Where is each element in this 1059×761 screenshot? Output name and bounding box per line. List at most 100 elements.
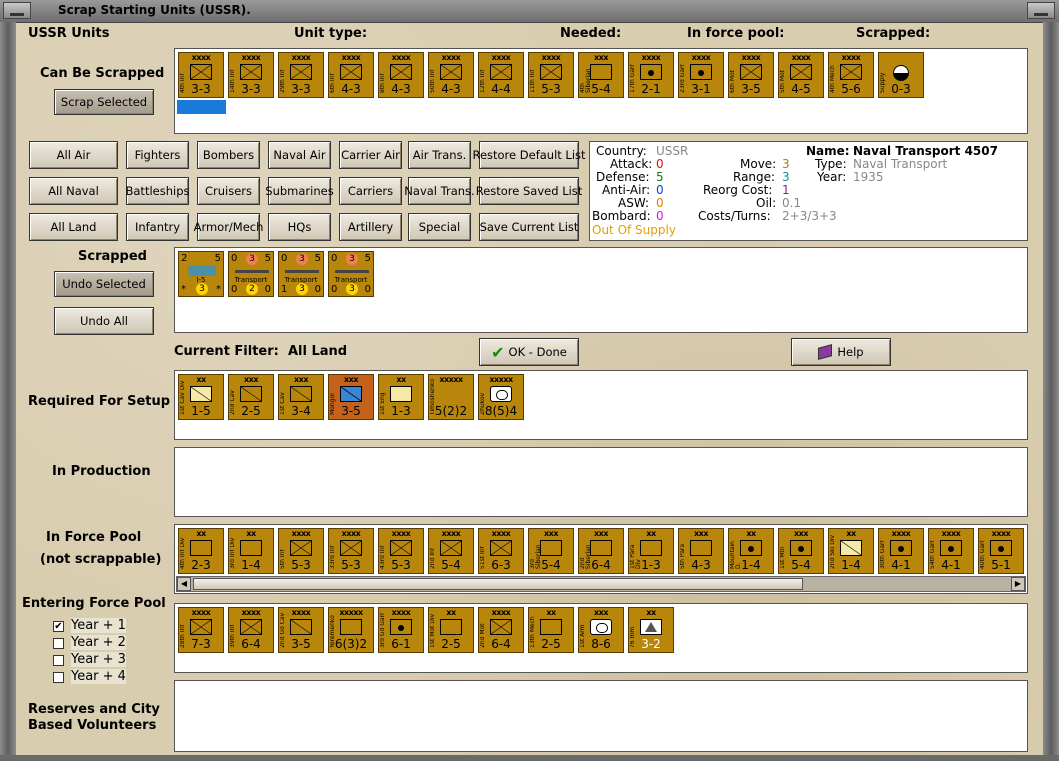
filter-button-restore-saved-list[interactable]: Restore Saved List [476, 177, 582, 205]
filter-button-fighters[interactable]: Fighters [126, 141, 189, 169]
unit-counter[interactable]: xx 1st Eng 1-3 [378, 374, 424, 420]
year-checkbox-2[interactable] [53, 638, 64, 649]
in-production-list[interactable] [174, 447, 1028, 517]
filter-button-all-naval[interactable]: All Naval [29, 177, 118, 205]
unit-counter[interactable]: xxxx 11th Inf 5-3 [528, 52, 574, 98]
unit-counter[interactable]: Supply 0-3 [878, 52, 924, 98]
unit-symbol-icon [340, 619, 362, 635]
unit-counter[interactable]: xxxx 8th Inf 4-3 [378, 52, 424, 98]
scroll-left-arrow-icon[interactable]: ◀ [177, 577, 191, 591]
unit-symbol-icon [640, 619, 662, 635]
filter-button-infantry[interactable]: Infantry [126, 213, 189, 241]
filter-button-carriers[interactable]: Carriers [339, 177, 402, 205]
filter-button-naval-trans[interactable]: Naval Trans. [404, 177, 475, 205]
filter-button-all-land[interactable]: All Land [29, 213, 118, 241]
unit-counter[interactable]: xxxx 6th Inf 4-3 [328, 52, 374, 98]
unit-counter[interactable]: xxx 1st Mtn 5-4 [778, 528, 824, 574]
unit-counter[interactable]: xxx 1st Arm 8-6 [578, 607, 624, 653]
filter-button-restore-default-list[interactable]: Restore Default List [472, 141, 586, 169]
year-checkbox-3[interactable] [53, 655, 64, 666]
unit-counter[interactable]: xx 1st Mot Div 2-5 [428, 607, 474, 653]
entering-force-pool-list[interactable]: xxxx 28th Inf 7-3 xxxx 39th Inf 6-4 xxxx 2nd Gd… [174, 603, 1028, 673]
unit-counter[interactable]: xxxx 30th Garr 4-1 [878, 528, 924, 574]
unit-counter[interactable]: xxxx 29th Inf 3-3 [278, 52, 324, 98]
undo-all-button[interactable]: Undo All [54, 307, 154, 335]
unit-counter[interactable]: xxxx 43rd Inf 5-3 [378, 528, 424, 574]
filter-button-cruisers[interactable]: Cruisers [197, 177, 260, 205]
unit-counter[interactable]: xxxx 54th Garr 4-1 [928, 528, 974, 574]
unit-counter[interactable]: xxx 2nd Cav 2-5 [228, 374, 274, 420]
unit-counter[interactable]: xxxxx Timoshenko 5(2)2 [428, 374, 474, 420]
ok-done-button[interactable]: ✔ OK - Done [479, 338, 579, 366]
unit-counter[interactable]: xxxx 28th Inf 7-3 [178, 607, 224, 653]
filter-button-naval-air[interactable]: Naval Air [268, 141, 331, 169]
unit-counter[interactable]: xxxx 5th Mot 4-5 [778, 52, 824, 98]
unit-counter[interactable]: xxxx 14th Inf 3-3 [228, 52, 274, 98]
unit-counter[interactable]: xxxx 33rd Inf 5-3 [328, 528, 374, 574]
unit-counter[interactable]: xxxx 5th Inf 5-3 [278, 528, 324, 574]
unit-symbol-icon [290, 540, 312, 556]
unit-counter[interactable]: xxxx 17th Garr 2-1 [628, 52, 674, 98]
can-be-scrapped-list[interactable]: xxxx 4th Inf 3-3 xxxx 14th Inf 3-3 xxxx 29th In… [174, 48, 1028, 134]
unit-counter[interactable]: xxxxx Yeremenko 6(3)2 [328, 607, 374, 653]
year-checkbox-4[interactable] [53, 672, 64, 683]
filter-button-submarines[interactable]: Submarines [265, 177, 334, 205]
window-menu-button[interactable] [3, 2, 31, 19]
unit-counter[interactable]: xx Mountain D. 1-4 [728, 528, 774, 574]
scrapped-unit-counter[interactable]: 0 5 0 0 Transport 3 2 [228, 251, 274, 297]
unit-counter[interactable]: xx 4th Inf Div 2-3 [178, 528, 224, 574]
scrapped-unit-counter[interactable]: 0 5 0 0 Transport 3 3 [328, 251, 374, 297]
scrap-selected-button[interactable]: Scrap Selected [54, 89, 154, 115]
scroll-right-arrow-icon[interactable]: ▶ [1011, 577, 1025, 591]
scrollbar-thumb[interactable] [193, 578, 803, 590]
unit-counter[interactable]: xx 13th Mech 2-5 [528, 607, 574, 653]
filter-button-all-air[interactable]: All Air [29, 141, 118, 169]
unit-counter[interactable]: xxxx 4th Inf 3-3 [178, 52, 224, 98]
scrapped-unit-counter[interactable]: 2 5 * * I-5 3 [178, 251, 224, 297]
unit-counter[interactable]: xxx 1st Cav 3-4 [278, 374, 324, 420]
unit-counter[interactable]: xxxx 40th Garr 5-1 [978, 528, 1024, 574]
unit-counter[interactable]: xx 2nd Ski Div 1-4 [828, 528, 874, 574]
unit-counter[interactable]: xxxx 51st Inf 6-3 [478, 528, 524, 574]
unit-counter[interactable]: xxx Mongol 3-5 [328, 374, 374, 420]
unit-strength: 4-1 [891, 558, 911, 572]
help-button[interactable]: Help [791, 338, 891, 366]
scrapped-list[interactable]: 2 5 * * I-5 3 0 5 0 0 Transport 3 2 0 5 1 0 Transport 3 3 0 5… [174, 247, 1028, 333]
unit-counter[interactable]: xxxx 2nd Inf 5-4 [428, 528, 474, 574]
unit-counter[interactable]: xxx 5th Para 4-3 [678, 528, 724, 574]
unit-counter[interactable]: xx 1st Cav Div 1-5 [178, 374, 224, 420]
unit-counter[interactable]: xx 76 mm 3-2 [628, 607, 674, 653]
undo-selected-button[interactable]: Undo Selected [54, 271, 154, 297]
unit-counter[interactable]: xxx 4th Siberian 5-4 [578, 52, 624, 98]
filter-button-special[interactable]: Special [408, 213, 471, 241]
unit-counter[interactable]: xxxx 3rd Gd Garr 6-1 [378, 607, 424, 653]
unit-counter[interactable]: xxxx 2nd Gd Cav 3-5 [278, 607, 324, 653]
unit-counter[interactable]: xxxx 50th Inf 4-3 [428, 52, 474, 98]
filter-button-battleships[interactable]: Battleships [126, 177, 190, 205]
filter-button-hqs[interactable]: HQs [268, 213, 331, 241]
force-pool-scrollbar[interactable]: ◀ ▶ [176, 576, 1026, 592]
unit-counter[interactable]: xxxx 23rd Garr 3-1 [678, 52, 724, 98]
unit-counter[interactable]: xx 1st Para Div 1-3 [628, 528, 674, 574]
scrapped-unit-counter[interactable]: 0 5 1 0 Transport 3 3 [278, 251, 324, 297]
required-for-setup-list[interactable]: xx 1st Cav Div 1-5 xxx 2nd Cav 2-5 xxx 1st Cav 3… [174, 370, 1028, 440]
filter-button-carrier-air[interactable]: Carrier Air [339, 141, 402, 169]
filter-button-bombers[interactable]: Bombers [197, 141, 260, 169]
filter-button-air-trans[interactable]: Air Trans. [408, 141, 471, 169]
unit-counter[interactable]: xxxx 4th Mech 5-6 [828, 52, 874, 98]
unit-counter[interactable]: xxxx 6th Mot 3-5 [728, 52, 774, 98]
unit-counter[interactable]: xxxx 12th Inf 4-4 [478, 52, 524, 98]
minimize-button[interactable] [1027, 2, 1055, 19]
filter-button-artillery[interactable]: Artillery [339, 213, 402, 241]
year-checkbox-1[interactable]: ✔ [53, 621, 64, 632]
unit-counter[interactable]: xxxxx Zhukov 8(5)4 [478, 374, 524, 420]
unit-counter[interactable]: xxx 2nd Siberian 6-4 [578, 528, 624, 574]
reserves-list[interactable] [174, 680, 1028, 752]
costs-value: 2+3/3+3 [782, 209, 837, 223]
unit-counter[interactable]: xxx 3rd Siberian 5-4 [528, 528, 574, 574]
filter-button-armor-mech[interactable]: Armor/Mech [194, 213, 263, 241]
filter-button-save-current-list[interactable]: Save Current List [479, 213, 579, 241]
unit-counter[interactable]: xx 3rd Inf Div 1-4 [228, 528, 274, 574]
unit-counter[interactable]: xxxx 2nd Mot 6-4 [478, 607, 524, 653]
unit-counter[interactable]: xxxx 39th Inf 6-4 [228, 607, 274, 653]
